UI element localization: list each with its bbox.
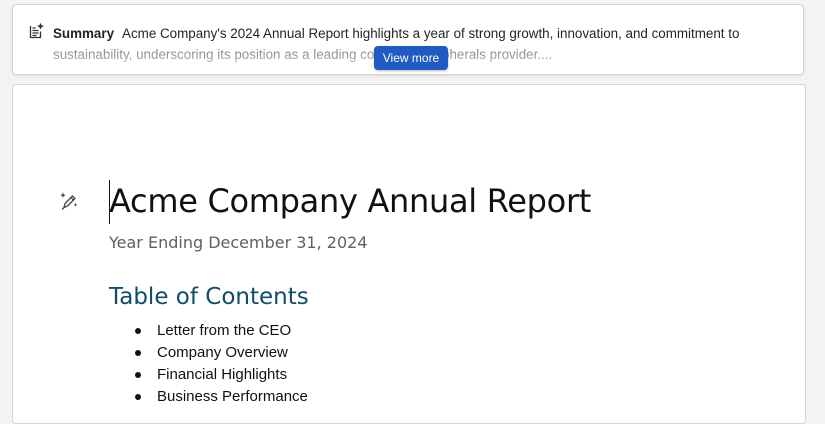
summary-sparkle-icon xyxy=(27,22,45,40)
toc-item[interactable]: Company Overview xyxy=(135,342,308,364)
copilot-pen-icon[interactable] xyxy=(59,191,79,211)
toc-heading[interactable]: Table of Contents xyxy=(109,282,309,312)
toc-list: Letter from the CEO Company Overview Fin… xyxy=(135,320,308,408)
toc-item[interactable]: Business Performance xyxy=(135,386,308,408)
document-subtitle[interactable]: Year Ending December 31, 2024 xyxy=(109,232,368,254)
summary-label: Summary xyxy=(53,26,115,41)
view-more-button[interactable]: View more xyxy=(374,46,448,70)
toc-item[interactable]: Letter from the CEO xyxy=(135,320,308,342)
document-title[interactable]: Acme Company Annual Report xyxy=(109,181,591,221)
document-page[interactable]: Acme Company Annual Report Year Ending D… xyxy=(12,84,806,424)
summary-card: Summary Acme Company's 2024 Annual Report… xyxy=(12,4,804,75)
toc-item[interactable]: Financial Highlights xyxy=(135,364,308,386)
